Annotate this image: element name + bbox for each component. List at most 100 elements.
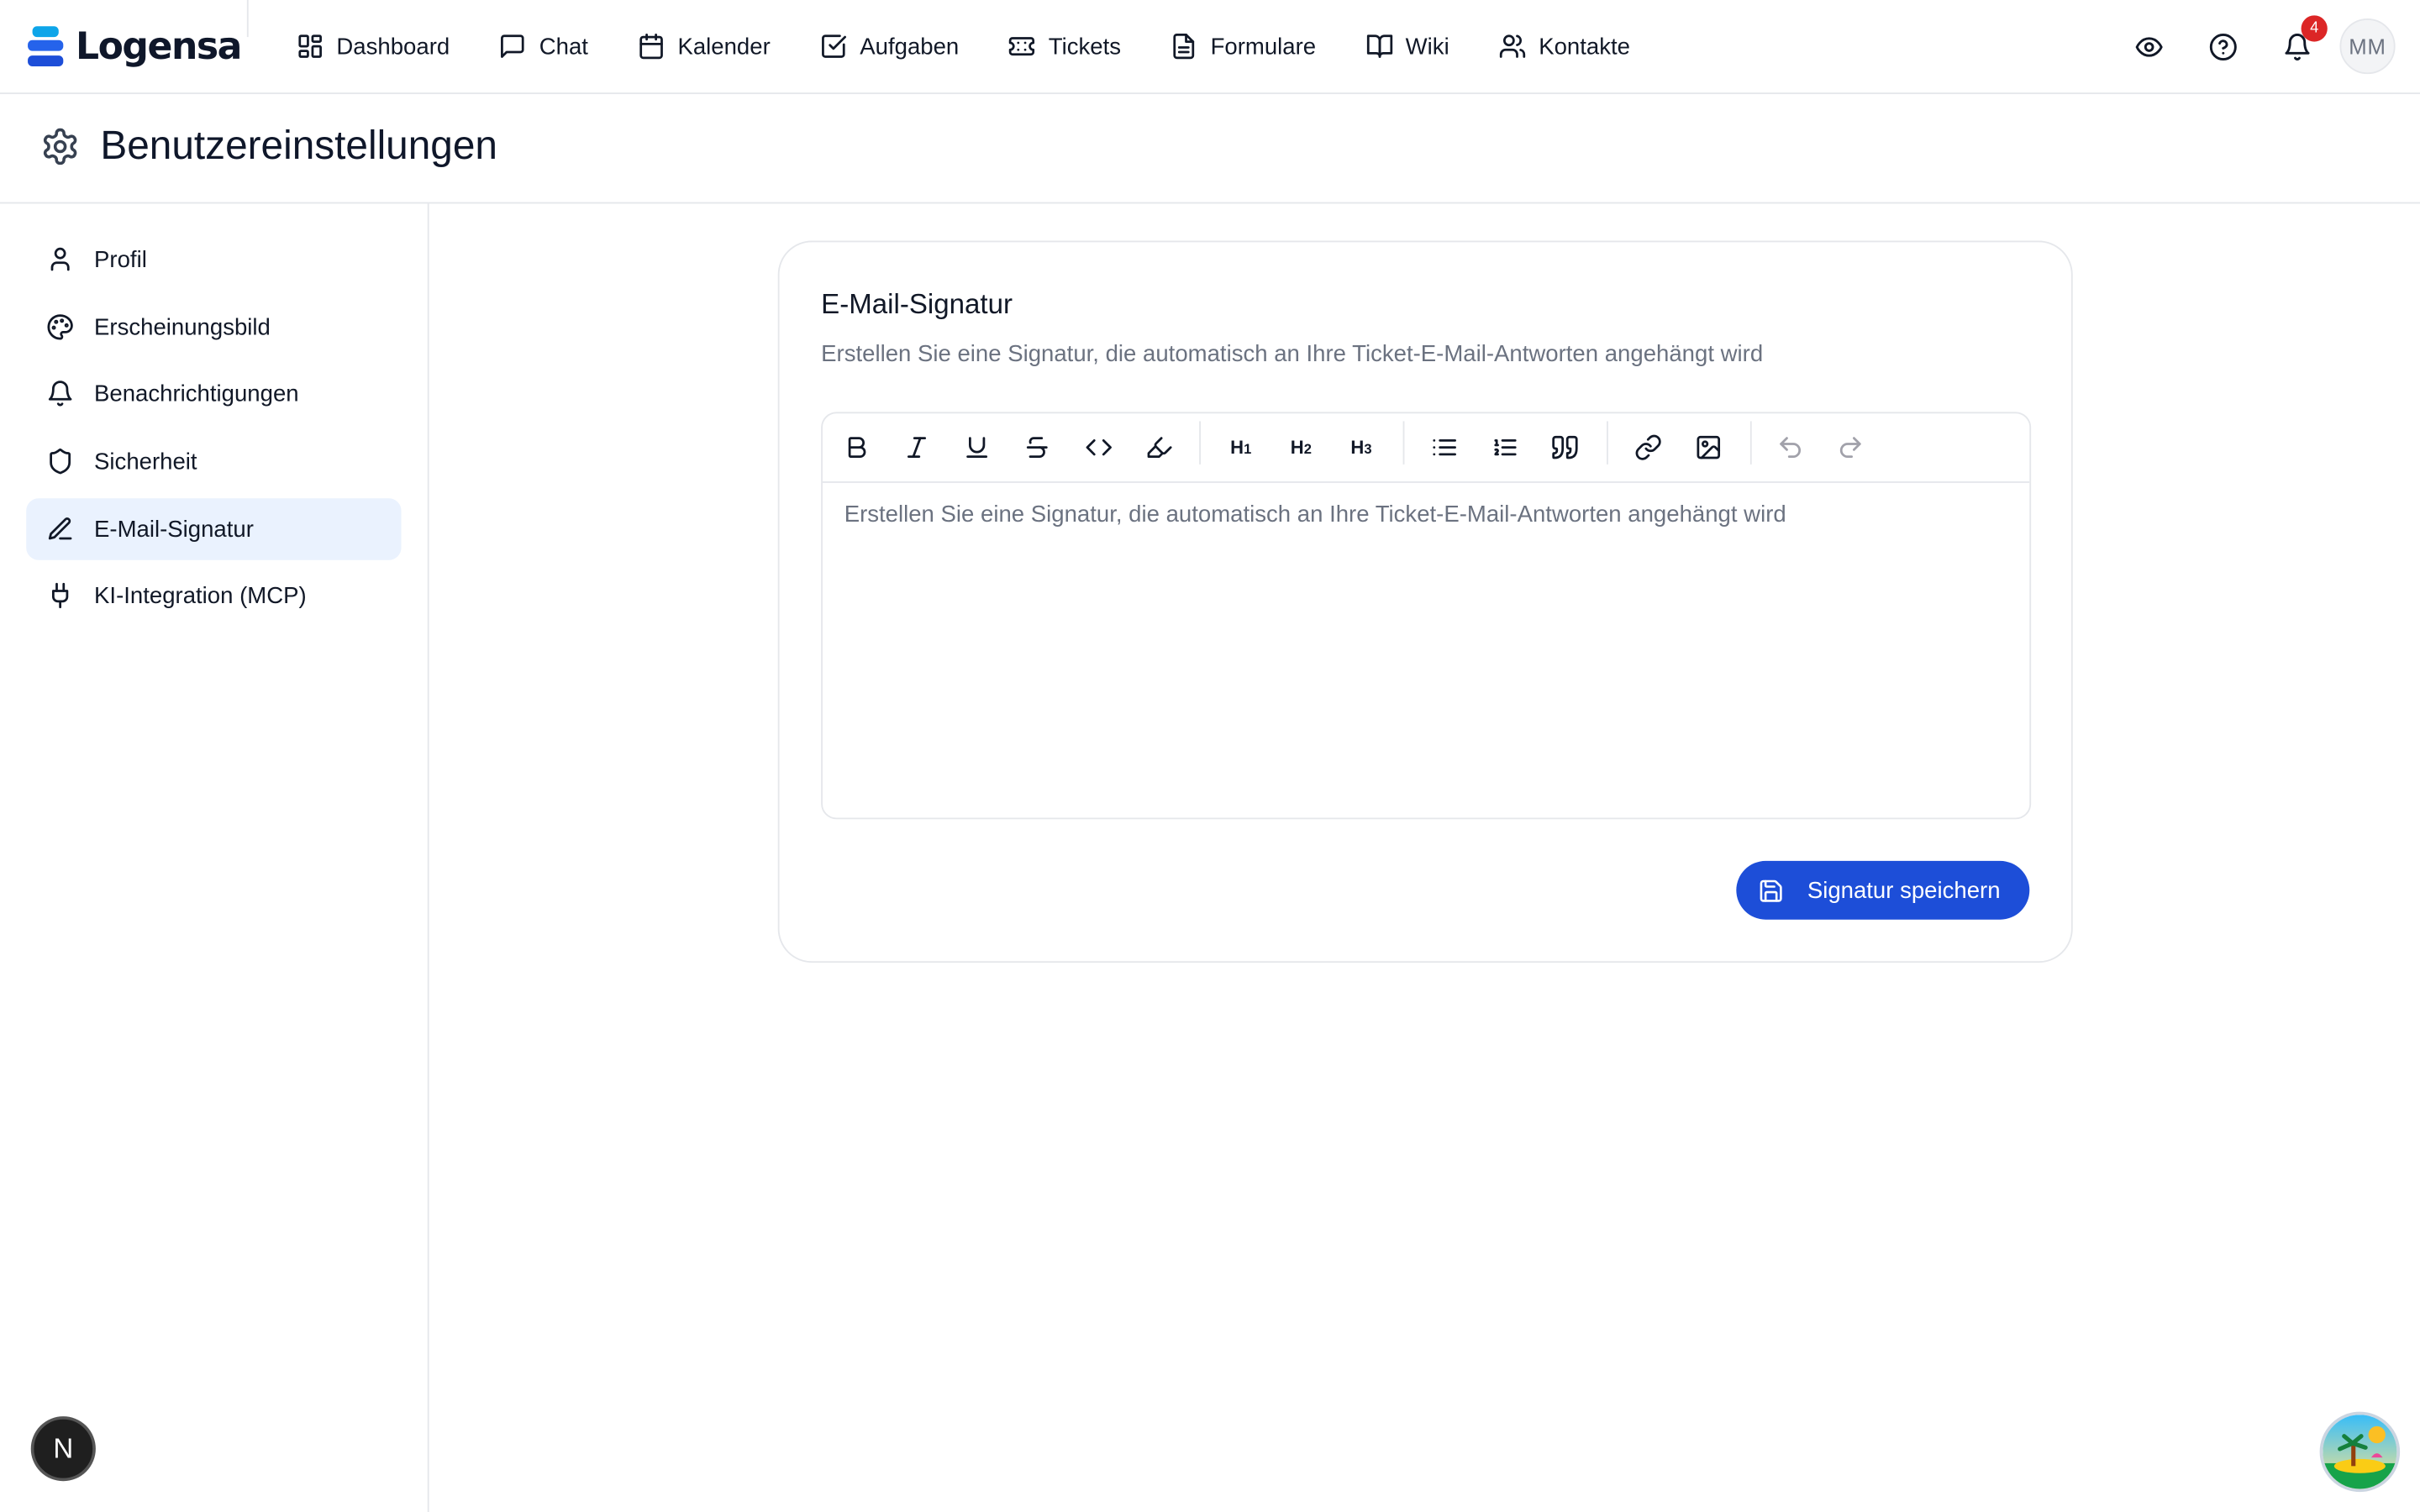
sidebar-item-notifications[interactable]: Benachrichtigungen [26,363,401,424]
preview-button[interactable] [2121,18,2176,74]
sidebar-item-email-signature[interactable]: E-Mail-Signatur [26,498,402,560]
nav-label: Kalender [677,33,771,60]
bell-icon [48,381,72,407]
sidebar-item-appearance[interactable]: Erscheinungsbild [26,297,401,358]
redo-button[interactable] [1828,426,1874,469]
highlight-icon [1147,437,1172,459]
heading-1-button[interactable]: H1 [1218,426,1264,469]
nav-label: Kontakte [1539,33,1630,60]
nav-label: Aufgaben [860,33,960,60]
toolbar-divider [1402,421,1405,465]
sidebar-item-label: Profil [94,245,147,273]
save-button-label: Signatur speichern [1807,877,2001,904]
strikethrough-icon [1026,437,1048,459]
save-icon [1760,879,1782,901]
italic-button[interactable] [893,426,939,469]
quote-icon [1552,435,1578,459]
book-icon [1366,34,1392,58]
strikethrough-button[interactable] [1014,426,1060,469]
link-button[interactable] [1625,426,1671,469]
ticket-icon [1009,37,1035,56]
heading-2-icon: H2 [1290,436,1312,459]
main-nav: Dashboard Chat Kalender Aufgaben Tickets… [271,20,1655,72]
heading-3-button[interactable]: H3 [1338,426,1384,469]
shield-icon [50,449,71,475]
island-icon [2323,1415,2397,1489]
nav-item-wiki[interactable]: Wiki [1341,20,1475,72]
save-signature-button[interactable]: Signatur speichern [1736,860,2030,920]
ordered-list-icon [1494,439,1517,456]
pen-icon [48,517,72,540]
top-right-actions: 4 MM [2102,15,2396,75]
underline-button[interactable] [954,426,1000,469]
link-icon [1635,434,1661,460]
italic-icon [908,437,927,459]
sidebar-item-label: KI-Integration (MCP) [94,582,307,609]
quote-button[interactable] [1542,426,1588,469]
sidebar-item-label: Benachrichtigungen [94,380,299,407]
settings-sidebar: Profil Erscheinungsbild Benachrichtigung… [0,203,429,1512]
ordered-list-button[interactable] [1481,426,1528,469]
redo-icon [1839,437,1861,459]
logo-divider [246,0,249,38]
gear-icon [43,128,77,165]
help-icon [2208,33,2236,60]
sidebar-item-security[interactable]: Sicherheit [26,430,401,491]
nav-label: Wiki [1405,33,1449,60]
avatar[interactable]: MM [2339,18,2396,75]
logo-icon [28,24,68,70]
nav-label: Formulare [1210,33,1317,60]
bullet-list-icon [1433,439,1456,456]
nav-item-chat[interactable]: Chat [475,20,613,72]
undo-button[interactable] [1767,426,1813,469]
nav-item-contacts[interactable]: Kontakte [1474,20,1655,72]
dashboard-icon [298,34,322,58]
heading-2-button[interactable]: H2 [1278,426,1324,469]
nav-item-forms[interactable]: Formulare [1145,20,1340,72]
island-widget-button[interactable] [2319,1411,2401,1493]
bold-button[interactable] [834,426,880,469]
app-logo[interactable]: Logensa [28,22,242,71]
nav-item-tickets[interactable]: Tickets [984,20,1146,72]
top-navigation-bar: Logensa Dashboard Chat Kalender Aufgaben [0,0,2420,95]
calendar-icon [639,33,664,60]
user-icon [50,247,70,271]
help-button[interactable] [2195,18,2250,74]
highlight-button[interactable] [1136,426,1182,469]
card-description: Erstellen Sie eine Signatur, die automat… [821,340,1764,368]
sidebar-item-label: E-Mail-Signatur [94,516,254,543]
nav-label: Chat [539,33,588,60]
code-icon [1086,439,1112,456]
code-button[interactable] [1076,426,1122,469]
chat-icon [501,34,525,58]
sidebar-item-label: Sicherheit [94,448,197,475]
sidebar-item-ai-integration[interactable]: KI-Integration (MCP) [26,564,401,626]
sidebar-item-label: Erscheinungsbild [94,313,271,341]
editor-content-area[interactable]: Erstellen Sie eine Signatur, die automat… [844,501,1786,528]
palette-icon [47,314,73,340]
underline-icon [966,437,988,459]
nav-item-dashboard[interactable]: Dashboard [271,20,474,72]
app-root: Logensa Dashboard Chat Kalender Aufgaben [0,0,2420,1512]
file-icon [1173,33,1195,60]
eye-icon [2134,36,2162,56]
toolbar-divider [1749,421,1752,465]
logo-wordmark: Logensa [76,24,242,68]
undo-icon [1780,437,1801,459]
card-title: E-Mail-Signatur [821,288,1013,320]
page-title: Benutzereinstellungen [100,122,497,169]
editor-toolbar: H1 H2 H3 [822,413,2030,483]
image-button[interactable] [1686,426,1732,469]
nextjs-dev-button[interactable]: N [30,1416,96,1482]
nav-label: Dashboard [336,33,450,60]
nav-item-tasks[interactable]: Aufgaben [795,20,984,72]
bullet-list-button[interactable] [1422,426,1468,469]
sidebar-item-profile[interactable]: Profil [26,228,401,290]
nav-label: Tickets [1048,33,1122,60]
heading-3-icon: H3 [1350,436,1372,459]
toolbar-divider [1607,421,1608,465]
nav-item-calendar[interactable]: Kalender [613,20,795,72]
toolbar-divider [1199,421,1201,465]
email-signature-card: E-Mail-Signatur Erstellen Sie eine Signa… [777,240,2073,963]
notifications-button[interactable]: 4 [2269,15,2328,74]
